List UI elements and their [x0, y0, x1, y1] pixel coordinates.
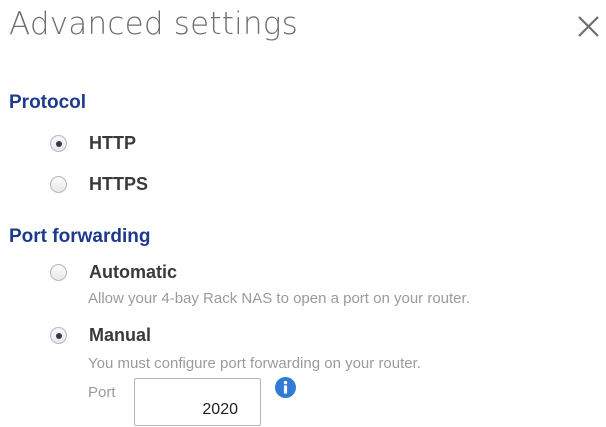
manual-radio[interactable]	[50, 327, 67, 344]
automatic-help-text: Allow your 4-bay Rack NAS to open a port…	[88, 290, 470, 307]
protocol-https-option[interactable]: HTTPS	[50, 174, 148, 195]
port-label: Port	[88, 384, 116, 401]
protocol-section-title: Protocol	[9, 92, 87, 113]
dialog-title: Advanced settings	[9, 6, 298, 42]
close-button[interactable]	[574, 8, 604, 42]
info-button[interactable]	[275, 377, 296, 398]
manual-help-text: You must configure port forwarding on yo…	[88, 355, 421, 372]
protocol-http-option[interactable]: HTTP	[50, 133, 136, 154]
port-forwarding-section-title: Port forwarding	[9, 226, 151, 247]
http-radio[interactable]	[50, 135, 67, 152]
automatic-radio[interactable]	[50, 264, 67, 281]
port-input[interactable]	[134, 378, 261, 426]
close-icon	[578, 16, 599, 37]
automatic-label: Automatic	[89, 262, 178, 282]
info-icon	[275, 377, 296, 398]
port-forwarding-manual-option[interactable]: Manual	[50, 325, 151, 346]
https-radio[interactable]	[50, 176, 67, 193]
https-label: HTTPS	[89, 174, 149, 194]
manual-label: Manual	[89, 325, 152, 345]
port-forwarding-automatic-option[interactable]: Automatic	[50, 262, 177, 283]
http-label: HTTP	[89, 133, 136, 153]
